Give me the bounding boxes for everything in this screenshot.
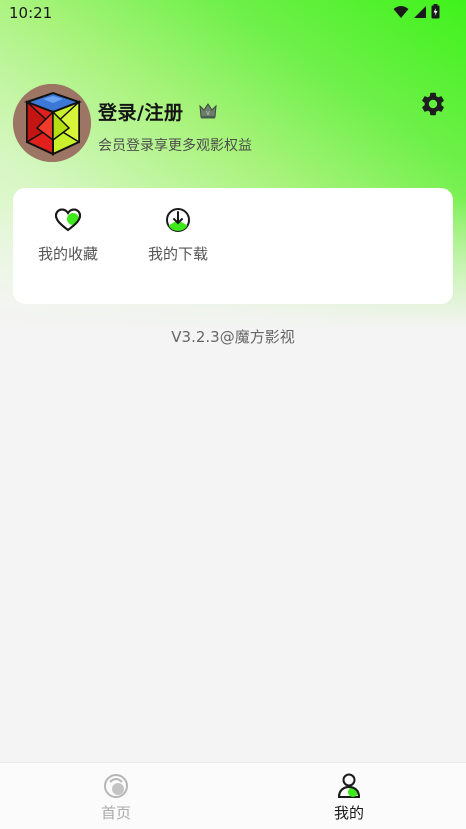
favorites-button[interactable]: 我的收藏 [23, 206, 113, 264]
home-icon [104, 774, 128, 798]
tab-profile-label: 我的 [333, 804, 364, 822]
bottom-tab-bar: 首页 我的 [0, 762, 466, 829]
status-time: 10:21 [9, 4, 53, 22]
crown-icon: V [199, 103, 217, 119]
svg-text:V: V [206, 111, 210, 117]
profile-icon [337, 773, 361, 798]
quick-actions-card: 我的收藏 我的下载 [13, 188, 453, 304]
tab-profile[interactable]: 我的 [289, 772, 409, 823]
downloads-button[interactable]: 我的下载 [133, 206, 223, 264]
download-icon [166, 208, 190, 232]
tab-home[interactable]: 首页 [56, 772, 176, 823]
header-gradient-background [0, 0, 466, 360]
gear-icon[interactable] [419, 90, 447, 118]
battery-icon [431, 4, 440, 19]
version-text: V3.2.3@魔方影视 [171, 328, 295, 346]
wifi-icon [393, 5, 409, 18]
avatar[interactable] [13, 84, 91, 162]
member-benefits-subtitle: 会员登录享更多观影权益 [98, 138, 252, 154]
downloads-label: 我的下载 [147, 245, 208, 263]
heart-icon [54, 208, 82, 232]
rubiks-cube-avatar [13, 84, 91, 162]
favorites-label: 我的收藏 [37, 245, 98, 263]
status-icons [393, 4, 440, 19]
tab-home-label: 首页 [100, 804, 131, 822]
cell-signal-icon [414, 5, 426, 18]
status-bar: 10:21 [0, 0, 466, 26]
login-register-link[interactable]: 登录/注册 [98, 98, 183, 125]
